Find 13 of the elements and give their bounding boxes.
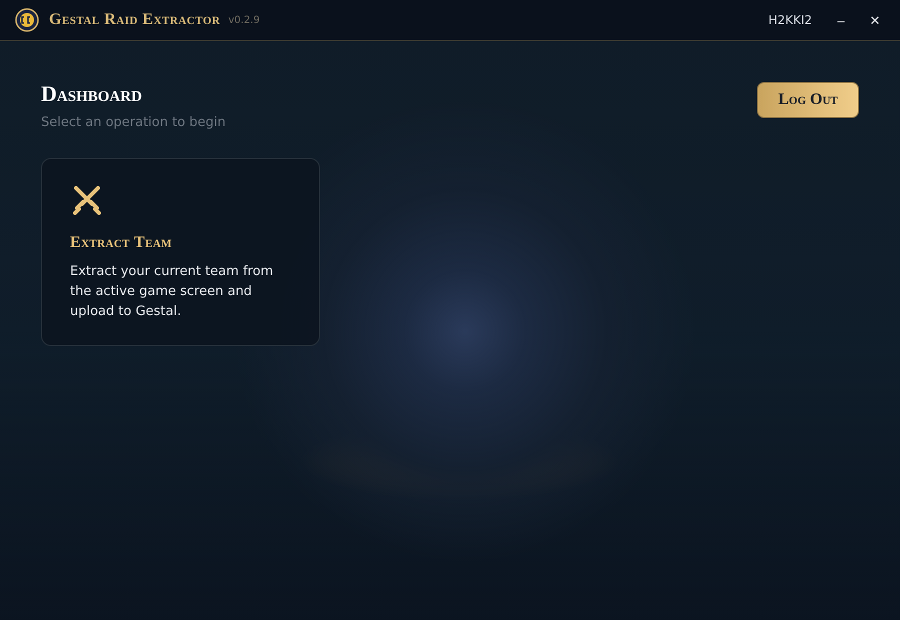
crossed-swords-icon <box>70 184 104 218</box>
logout-button[interactable]: Log Out <box>757 82 859 118</box>
logo-icon <box>15 8 39 32</box>
card-description: Extract your current team from the active game screen and upload to Gestal. <box>70 263 274 321</box>
page-title: Dashboard <box>41 81 143 107</box>
card-title: Extract Team <box>70 234 173 252</box>
app-title: Gestal Raid Extractor <box>49 11 220 29</box>
operation-card[interactable]: Extract Team Extract your current team from the active game screen and upload to Gestal. <box>41 158 320 346</box>
version-label: v0.2.9 <box>228 14 260 26</box>
page-subtitle: Select an operation to begin <box>41 115 226 130</box>
close-button[interactable]: ✕ <box>858 5 892 35</box>
username-label: H2KKI2 <box>768 13 812 27</box>
minimize-button[interactable]: – <box>824 5 858 35</box>
